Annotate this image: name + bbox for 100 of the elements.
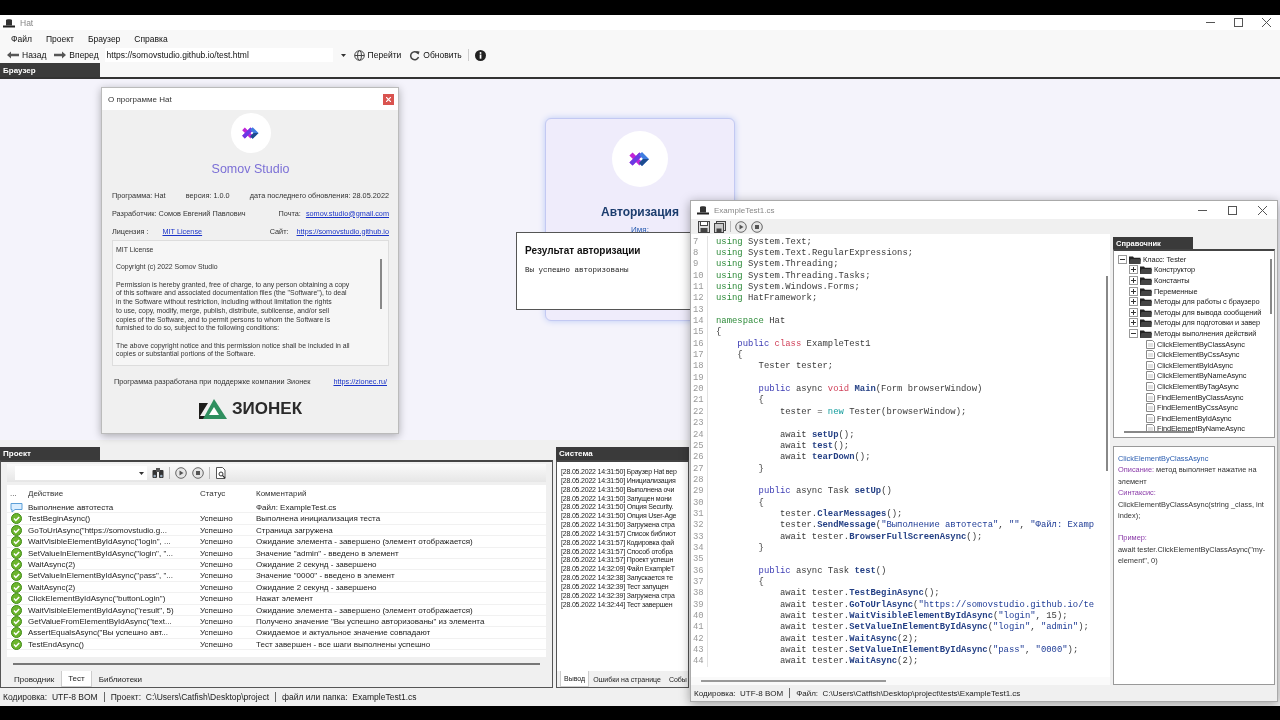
code-line: tester.SendMessage("Выполнение автотеста", "", "Файл: Examp xyxy=(778,520,1095,531)
line-number: 31 xyxy=(691,508,708,520)
line-number: 44 xyxy=(691,655,708,668)
expand-icon[interactable] xyxy=(1129,307,1138,317)
collapse-icon[interactable] xyxy=(1118,254,1127,264)
line-number: 11 xyxy=(691,281,708,293)
scrollbar[interactable] xyxy=(13,663,540,665)
table-cell-text: WaitVisibleElementByIdAsync("login", ... xyxy=(27,537,172,547)
menu-item[interactable]: Проект xyxy=(38,31,81,46)
stop-icon xyxy=(192,467,204,479)
expand-icon[interactable] xyxy=(1129,286,1138,296)
code-editor[interactable] xyxy=(691,234,1110,685)
table-cell-text: AssertEqualsAsync("Вы успешно авт... xyxy=(27,628,169,638)
line-number: 39 xyxy=(691,599,708,611)
line-number: 12 xyxy=(691,292,708,305)
go-button[interactable]: Перейти xyxy=(351,48,404,62)
scrollbar[interactable] xyxy=(380,259,382,309)
document-icon xyxy=(1146,339,1155,349)
table-cell-text: Успешно xyxy=(199,616,234,626)
forward-button[interactable]: Вперед xyxy=(52,48,101,62)
refresh-icon xyxy=(409,49,421,61)
code-line: public async Task test() xyxy=(757,565,887,576)
document-icon xyxy=(1146,392,1155,402)
table-cell-text: TestEndAsync() xyxy=(27,639,86,649)
stop-button[interactable] xyxy=(751,220,763,233)
table-cell-text: Успешно xyxy=(199,548,234,558)
run-button[interactable] xyxy=(175,467,187,479)
status-text: Кодировка: UTF-8 BOM xyxy=(3,692,98,702)
report-button[interactable] xyxy=(215,467,226,479)
table-cell-text: Успешно xyxy=(199,639,234,649)
scrollbar[interactable] xyxy=(1270,259,1272,314)
stop-button[interactable] xyxy=(192,467,204,479)
code-line: { xyxy=(715,327,722,338)
panel-tab[interactable]: Браузер xyxy=(0,63,100,77)
tab[interactable]: Библиотеки xyxy=(91,671,150,687)
check-circle-icon xyxy=(10,536,22,548)
panel-tab[interactable]: Система xyxy=(556,447,689,460)
sponsor-name: ЗИОНЕК xyxy=(231,399,303,419)
code-line: await test(); xyxy=(778,440,850,451)
search-button[interactable] xyxy=(152,467,164,479)
binoculars-icon xyxy=(152,467,164,479)
table-cell-text: Выполнена инициализация теста xyxy=(255,514,382,524)
code-line: namespace Hat xyxy=(715,316,786,327)
table-cell-text: Ожидаемое и актуальное значение совпадают xyxy=(255,628,432,638)
code-line: { xyxy=(757,395,764,406)
code-line: using System.Text; xyxy=(715,236,812,247)
close-button[interactable] xyxy=(383,93,394,105)
menu-item[interactable]: Справка xyxy=(127,31,175,46)
code-line: } xyxy=(757,542,764,553)
folder-icon xyxy=(1140,297,1152,307)
dialog-title: О программе Hat xyxy=(108,94,172,104)
check-circle-icon xyxy=(10,604,22,616)
line-number: 33 xyxy=(691,530,708,543)
panel-tab[interactable]: Проект xyxy=(0,447,100,460)
code-line: await tester.TestBeginAsync(); xyxy=(778,588,940,599)
line-number: 38 xyxy=(691,587,708,599)
scrollbar[interactable] xyxy=(1124,431,1194,433)
table-cell-text: Успешно xyxy=(199,628,234,638)
arrow-right-icon xyxy=(54,51,67,59)
dropdown-field[interactable] xyxy=(15,466,147,480)
line-number: 42 xyxy=(691,633,708,645)
scrollbar[interactable] xyxy=(1106,276,1108,471)
refresh-button[interactable]: Обновить xyxy=(407,48,464,62)
menu-item[interactable]: Файл xyxy=(4,31,39,46)
run-button[interactable] xyxy=(735,220,747,233)
line-number: 15 xyxy=(691,326,708,339)
info-button[interactable] xyxy=(472,48,488,62)
column-header: ... xyxy=(9,489,18,498)
status-text: Файл: C:\Users\Catfish\Desktop\project\tests\ExampleTest1.cs xyxy=(796,688,1021,698)
line-number: 36 xyxy=(691,564,708,577)
url-field[interactable]: https://somovstudio.github.io/test.html xyxy=(104,48,333,62)
status-text: Кодировка: UTF-8 BOM xyxy=(694,688,784,698)
card-title: Авторизация xyxy=(601,205,679,219)
table-cell-text: Страница загружена xyxy=(255,525,334,535)
expand-icon[interactable] xyxy=(1129,276,1138,285)
tab[interactable]: Тест xyxy=(61,671,92,687)
status-text: Проект: C:\Users\Catfish\Desktop\project xyxy=(110,692,270,702)
menu-item[interactable]: Браузер xyxy=(80,31,128,46)
expand-icon[interactable] xyxy=(1129,318,1138,328)
code-line: { xyxy=(757,497,764,508)
document-icon xyxy=(1146,381,1155,391)
back-button[interactable]: Назад xyxy=(5,48,49,62)
close-icon xyxy=(1261,18,1271,27)
line-number: 30 xyxy=(691,496,708,509)
save-all-button[interactable] xyxy=(714,220,726,233)
save-icon xyxy=(698,220,710,233)
collapse-icon[interactable] xyxy=(1129,328,1138,338)
code-line: { xyxy=(757,577,764,587)
code-line: await tester.WaitVisibleElementByIdAsync("login", 15); xyxy=(778,611,1068,621)
save-button[interactable] xyxy=(698,220,710,233)
line-number: 8 xyxy=(691,247,708,259)
expand-icon[interactable] xyxy=(1129,297,1138,307)
scrollbar[interactable] xyxy=(701,680,886,682)
line-number: 18 xyxy=(691,360,708,373)
check-circle-icon xyxy=(10,558,22,570)
expand-icon[interactable] xyxy=(1129,265,1138,275)
tab[interactable]: Проводник xyxy=(7,671,62,687)
table-cell-text: WaitVisibleElementByIdAsync("result", 5) xyxy=(27,605,175,615)
table-cell-text: Успешно xyxy=(199,594,234,604)
line-number: 16 xyxy=(691,338,708,350)
